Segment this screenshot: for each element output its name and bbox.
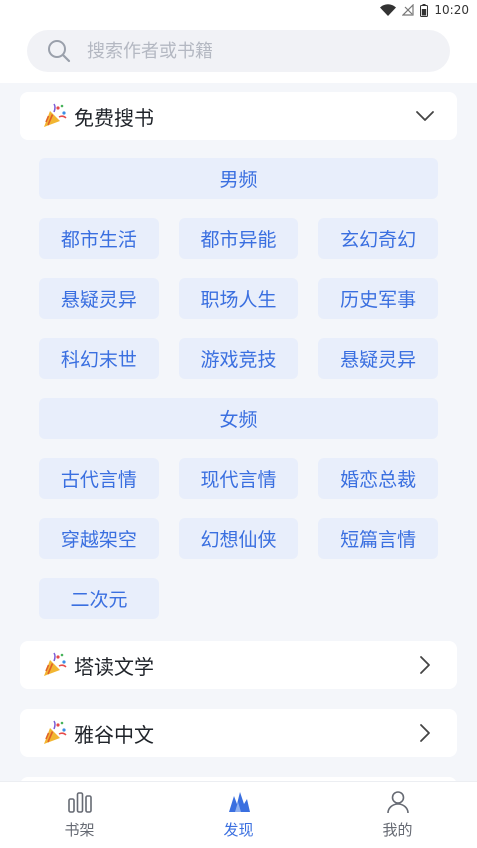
category-row: 穿越架空 幻想仙侠 短篇言情: [39, 518, 439, 559]
category-grid: 男频 都市生活 都市异能 玄幻奇幻 悬疑灵异 职场人生 历史军事 科幻末世 游戏…: [39, 158, 439, 619]
bottom-nav: 书架 发现 我的: [0, 781, 477, 848]
section-title: 雅谷中文: [74, 722, 154, 747]
search-icon: [48, 40, 71, 63]
section-free-search[interactable]: 免费搜书: [20, 92, 457, 140]
category-chip[interactable]: 古代言情: [39, 458, 159, 499]
party-popper-icon: [44, 652, 67, 676]
section-yagu[interactable]: 雅谷中文: [20, 709, 457, 757]
category-row: 古代言情 现代言情 婚恋总裁: [39, 458, 439, 499]
category-chip[interactable]: 都市异能: [178, 218, 299, 259]
category-chip[interactable]: 都市生活: [39, 218, 159, 259]
profile-icon: [386, 791, 409, 814]
signal-off-icon: [402, 4, 415, 16]
party-popper-icon: [44, 103, 67, 127]
category-chip[interactable]: 短篇言情: [318, 518, 439, 559]
chevron-right-icon[interactable]: [415, 655, 435, 675]
category-chip[interactable]: 婚恋总裁: [318, 458, 439, 499]
party-popper-icon: [44, 720, 67, 744]
status-bar: 10:20: [0, 0, 477, 20]
category-row: 都市生活 都市异能 玄幻奇幻: [39, 218, 439, 259]
category-header-wrap: 女频: [39, 398, 438, 439]
category-chip[interactable]: 游戏竞技: [178, 338, 299, 379]
nav-item-bookshelf[interactable]: 书架: [0, 782, 159, 848]
category-row: 二次元: [39, 578, 438, 619]
nav-label: 书架: [64, 821, 95, 839]
bookshelf-icon: [67, 792, 92, 813]
section-title: 免费搜书: [74, 105, 154, 130]
search-bar[interactable]: [27, 30, 450, 72]
category-chip[interactable]: 玄幻奇幻: [318, 218, 439, 259]
category-chip[interactable]: 穿越架空: [39, 518, 159, 559]
battery-icon: [420, 3, 429, 17]
search-area: [0, 20, 477, 83]
search-input[interactable]: [87, 40, 417, 62]
category-chip[interactable]: 悬疑灵异: [318, 338, 439, 379]
section-tadu[interactable]: 塔读文学: [20, 641, 457, 689]
category-row: 科幻末世 游戏竞技 悬疑灵异: [39, 338, 439, 379]
chevron-right-icon[interactable]: [415, 723, 435, 743]
category-chip[interactable]: 科幻末世: [39, 338, 159, 379]
discover-icon: [228, 792, 250, 812]
category-chip[interactable]: 现代言情: [178, 458, 299, 499]
nav-label: 我的: [382, 821, 413, 839]
nav-item-discover[interactable]: 发现: [159, 782, 318, 848]
category-header-male[interactable]: 男频: [39, 158, 438, 199]
category-header-female[interactable]: 女频: [39, 398, 438, 439]
category-chip[interactable]: 职场人生: [178, 278, 299, 319]
category-chip[interactable]: 悬疑灵异: [39, 278, 159, 319]
section-title: 塔读文学: [74, 654, 154, 679]
category-chip[interactable]: 历史军事: [318, 278, 439, 319]
wifi-icon: [380, 4, 397, 16]
nav-label: 发现: [223, 821, 254, 839]
status-time: 10:20: [434, 3, 469, 17]
chevron-down-icon[interactable]: [415, 106, 435, 126]
category-chip[interactable]: 幻想仙侠: [178, 518, 299, 559]
category-chip[interactable]: 二次元: [39, 578, 159, 619]
category-row: 悬疑灵异 职场人生 历史军事: [39, 278, 439, 319]
nav-item-profile[interactable]: 我的: [318, 782, 477, 848]
